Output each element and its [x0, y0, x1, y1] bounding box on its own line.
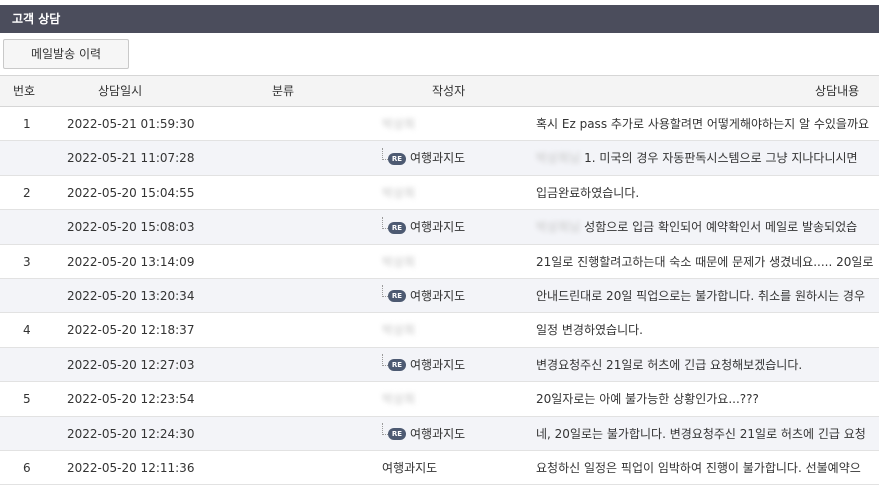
consult-datetime: 2022-05-20 13:14:09 [67, 254, 195, 269]
consult-datetime: 2022-05-21 11:07:28 [67, 151, 195, 166]
reply-badge: RE [388, 221, 406, 234]
content-text: 요청하신 일정은 픽업이 임박하여 진행이 불가합니다. 선불예약으 [536, 460, 861, 475]
reply-row[interactable]: 2022-05-20 12:27:03 RE 여행과지도 변경요청주신 21일로 허츠… [0, 347, 879, 383]
content-text: 안내드린대로 20일 픽업으로는 불가합니다. 취소를 원하시는 경우 [536, 288, 866, 303]
consult-datetime: 2022-05-20 12:18:37 [67, 323, 195, 338]
row-author: RE 여행과지도 [382, 141, 465, 175]
reply-row[interactable]: 2022-05-20 15:08:03 RE 여행과지도 박상희님 성함으로 입금 확인… [0, 210, 879, 245]
reply-icon: RE [382, 354, 406, 372]
row-number: 5 [23, 392, 31, 407]
reply-badge: RE [388, 428, 406, 441]
consult-content[interactable]: 변경요청주신 21일로 허츠에 긴급 요청해보겠습니다. [536, 348, 802, 382]
table-body: 1 2022-05-21 01:59:30 박상희 혹시 Ez pass 추가로 사용… [0, 107, 879, 486]
consult-datetime: 2022-05-21 01:59:30 [67, 117, 195, 131]
consult-datetime: 2022-05-20 12:24:30 [67, 426, 195, 441]
content-text: 네, 20일로는 불가합니다. 변경요청주신 21일로 허츠에 긴급 요청 [536, 426, 866, 441]
header-author: 작성자 [432, 84, 466, 98]
content-text: 입금완료하였습니다. [536, 185, 640, 200]
author-name: 여행과지도 [410, 426, 466, 441]
author-name-blurred: 박상희 [382, 254, 416, 269]
row-author: RE 여행과지도 [382, 279, 465, 313]
consult-content[interactable]: 혹시 Ez pass 추가로 사용할려면 어떻게해야하는지 알 수있을까요 [536, 107, 869, 141]
reply-row[interactable]: 2022-05-20 13:20:34 RE 여행과지도 안내드린대로 20일 픽업으… [0, 278, 879, 314]
consult-content[interactable]: 박상희님 성함으로 입금 확인되어 예약확인서 메일로 발송되었습 [536, 210, 857, 244]
consult-content[interactable]: 요청하신 일정은 픽업이 임박하여 진행이 불가합니다. 선불예약으 [536, 451, 861, 485]
content-text: 21일로 진행할려고하는대 숙소 때문에 문제가 생겼네요..... 20일로 [536, 254, 874, 269]
content-text: 성함으로 입금 확인되어 예약확인서 메일로 발송되었습 [584, 220, 858, 235]
header-category: 분류 [272, 84, 295, 98]
consult-content[interactable]: 네, 20일로는 불가합니다. 변경요청주신 21일로 허츠에 긴급 요청 [536, 417, 866, 451]
content-text: 변경요청주신 21일로 허츠에 긴급 요청해보겠습니다. [536, 357, 803, 372]
author-name-blurred: 박상희 [382, 185, 416, 200]
content-text: 혹시 Ez pass 추가로 사용할려면 어떻게해야하는지 알 수있을까요 [536, 117, 870, 131]
consult-content[interactable]: 안내드린대로 20일 픽업으로는 불가합니다. 취소를 원하시는 경우 [536, 279, 865, 313]
customer-name-blurred: 박상희님 [536, 151, 581, 166]
consult-datetime: 2022-05-20 12:27:03 [67, 357, 195, 372]
author-name-blurred: 박상희 [382, 117, 416, 131]
row-number: 3 [23, 254, 31, 269]
consult-content[interactable]: 박상희님 1. 미국의 경우 자동판독시스템으로 그냥 지나다니시면 [536, 141, 858, 175]
consult-content[interactable]: 일정 변경하였습니다. [536, 313, 643, 347]
table-row[interactable]: 4 2022-05-20 12:18:37 박상희 일정 변경하였습니다. [0, 313, 879, 348]
row-author: 박상희 [382, 313, 415, 347]
consultation-table: 번호 상담일시 분류 작성자 상담내용 1 2022-05-21 01:59:30… [0, 75, 879, 486]
row-author: 박상희 [382, 176, 415, 210]
row-author: 여행과지도 [382, 451, 437, 485]
author-name: 여행과지도 [410, 357, 466, 372]
reply-icon: RE [382, 216, 406, 235]
consult-datetime: 2022-05-20 12:23:54 [67, 392, 195, 407]
reply-row[interactable]: 2022-05-20 12:24:30 RE 여행과지도 네, 20일로는 불가합니다… [0, 416, 879, 451]
customer-name-blurred: 박상희님 [536, 220, 581, 235]
table-header: 번호 상담일시 분류 작성자 상담내용 [0, 75, 879, 107]
mail-history-button[interactable]: 메일발송 이력 [3, 39, 129, 69]
reply-icon: RE [382, 423, 406, 441]
reply-icon: RE [382, 147, 406, 166]
author-name-blurred: 박상희 [382, 323, 416, 338]
reply-row[interactable]: 2022-05-21 11:07:28 RE 여행과지도 박상희님 1. 미국의 경우 … [0, 141, 879, 176]
author-name: 여행과지도 [410, 151, 466, 166]
consult-datetime: 2022-05-20 15:04:55 [67, 185, 195, 200]
author-name-blurred: 박상희 [382, 392, 416, 407]
content-text: 20일자로는 아예 불가능한 상황인가요...??? [536, 392, 759, 407]
row-author: RE 여행과지도 [382, 210, 465, 244]
table-row[interactable]: 5 2022-05-20 12:23:54 박상희 20일자로는 아예 불가능한 상황… [0, 382, 879, 417]
table-row[interactable]: 2 2022-05-20 15:04:55 박상희 입금완료하였습니다. [0, 175, 879, 211]
table-row[interactable]: 1 2022-05-21 01:59:30 박상희 혹시 Ez pass 추가로 사용… [0, 107, 879, 142]
table-row[interactable]: 6 2022-05-20 12:11:36 여행과지도 요청하신 일정은 픽업이 임박… [0, 450, 879, 486]
consult-datetime: 2022-05-20 15:08:03 [67, 220, 195, 235]
consult-content[interactable]: 입금완료하였습니다. [536, 176, 639, 210]
consult-datetime: 2022-05-20 13:20:34 [67, 288, 195, 303]
reply-badge: RE [388, 290, 406, 303]
author-name: 여행과지도 [410, 288, 466, 303]
reply-badge: RE [388, 152, 406, 165]
row-number: 6 [23, 460, 31, 475]
author-name: 여행과지도 [382, 460, 438, 475]
row-number: 2 [23, 185, 31, 200]
page-title: 고객 상담 [12, 12, 61, 26]
content-text: 일정 변경하였습니다. [536, 323, 643, 338]
reply-badge: RE [388, 359, 406, 372]
row-author: 박상희 [382, 382, 415, 416]
table-row[interactable]: 3 2022-05-20 13:14:09 박상희 21일로 진행할려고하는대 숙소 … [0, 244, 879, 279]
header-date: 상담일시 [98, 84, 143, 98]
consult-content[interactable]: 21일로 진행할려고하는대 숙소 때문에 문제가 생겼네요..... 20일로 [536, 245, 873, 279]
consult-datetime: 2022-05-20 12:11:36 [67, 460, 195, 475]
row-number: 4 [23, 323, 31, 338]
page-title-bar: 고객 상담 [0, 5, 879, 33]
row-author: 박상희 [382, 107, 415, 141]
header-no: 번호 [13, 84, 36, 98]
reply-icon: RE [382, 285, 406, 303]
row-number: 1 [23, 117, 31, 131]
header-content: 상담내용 [815, 84, 860, 98]
row-author: 박상희 [382, 245, 415, 279]
author-name: 여행과지도 [410, 220, 466, 235]
row-author: RE 여행과지도 [382, 417, 465, 451]
consult-content[interactable]: 20일자로는 아예 불가능한 상황인가요...??? [536, 382, 759, 416]
row-author: RE 여행과지도 [382, 348, 465, 382]
content-text: 1. 미국의 경우 자동판독시스템으로 그냥 지나다니시면 [584, 151, 858, 166]
